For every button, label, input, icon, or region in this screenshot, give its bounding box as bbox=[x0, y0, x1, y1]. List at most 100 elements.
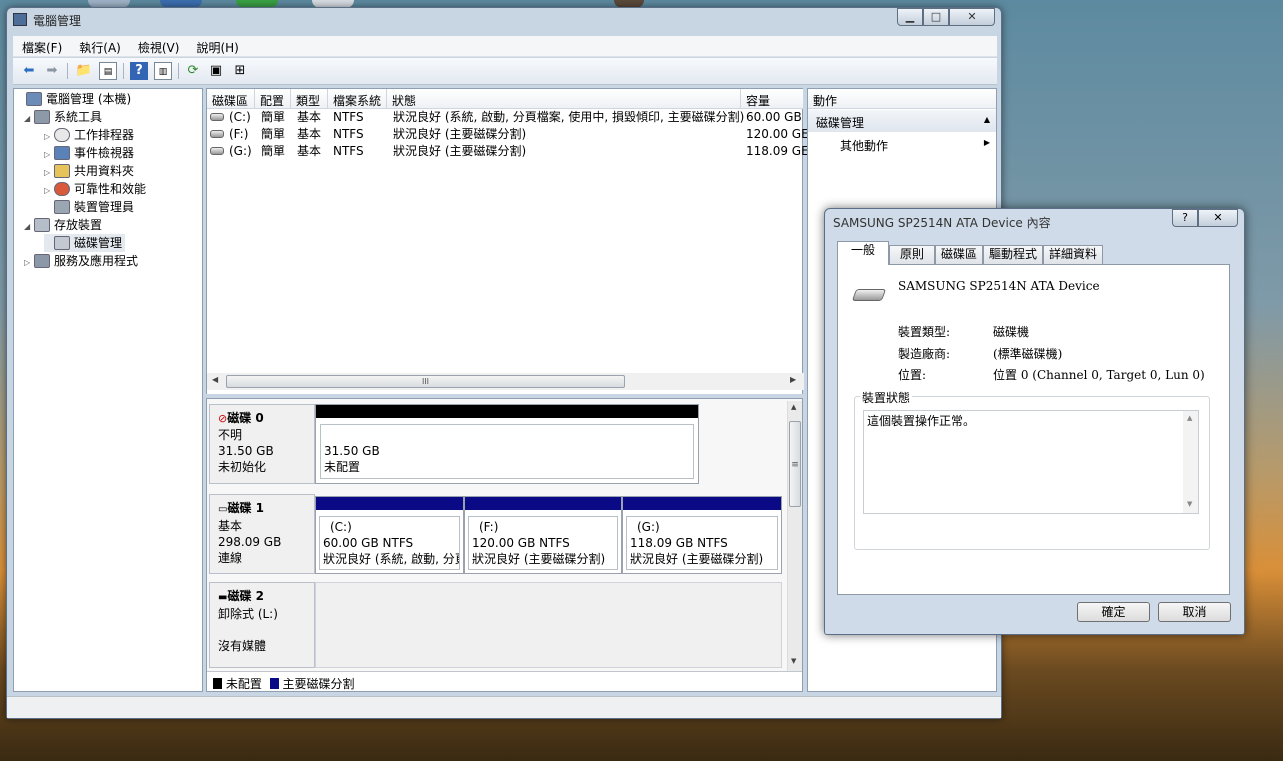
menu-file[interactable]: 檔案(F) bbox=[13, 36, 70, 56]
tree-item-label: 可靠性和效能 bbox=[74, 182, 147, 196]
shared-folder-icon bbox=[54, 164, 70, 178]
prop-label: 製造廠商: bbox=[898, 347, 951, 361]
scrollbar-thumb[interactable]: III bbox=[226, 375, 625, 388]
partition-status: 狀況良好 (系統, 啟動, 分頁 bbox=[323, 552, 460, 566]
tab-details[interactable]: 詳細資料 bbox=[1043, 245, 1103, 264]
scrollbar-thumb[interactable]: ≡ bbox=[789, 421, 801, 507]
tree-item-services-applications[interactable]: ▷ 服務及應用程式 bbox=[24, 252, 138, 270]
forward-icon[interactable]: ➡ bbox=[43, 62, 61, 80]
tab-general[interactable]: 一般 bbox=[837, 241, 889, 265]
legend: 未配置 主要磁碟分割 bbox=[207, 671, 802, 691]
tree-item-disk-management[interactable]: 磁碟管理 bbox=[44, 234, 126, 252]
disk-2-card[interactable]: ▬磁碟 2 卸除式 (L:) 沒有媒體 bbox=[209, 582, 315, 668]
tab-volumes[interactable]: 磁碟區 bbox=[935, 245, 983, 264]
services-icon bbox=[34, 254, 50, 268]
partition-g[interactable]: (G:) 118.09 GB NTFS 狀況良好 (主要磁碟分割) bbox=[622, 496, 782, 574]
scroll-right-icon[interactable]: ▶ bbox=[790, 375, 796, 384]
close-button[interactable]: ✕ bbox=[949, 8, 995, 26]
menu-action[interactable]: 執行(A) bbox=[70, 36, 129, 56]
dialog-help-button[interactable]: ? bbox=[1172, 209, 1198, 227]
tree-item-label: 電腦管理 (本機) bbox=[46, 92, 132, 106]
scroll-down-icon[interactable]: ▼ bbox=[1187, 500, 1192, 508]
prop-value-manufacturer: (標準磁碟機) bbox=[993, 347, 1063, 361]
horizontal-scrollbar[interactable]: ◀ III ▶ bbox=[207, 373, 804, 390]
volume-filesystem: NTFS bbox=[333, 110, 364, 124]
performance-icon bbox=[54, 182, 70, 196]
tree-item-computer-management[interactable]: 電腦管理 (本機) bbox=[16, 90, 131, 108]
menu-help[interactable]: 說明(H) bbox=[187, 36, 246, 56]
title-bar[interactable]: 電腦管理 ▁ □ ✕ bbox=[7, 8, 1001, 32]
volume-filesystem: NTFS bbox=[333, 127, 364, 141]
dialog-close-button[interactable]: ✕ bbox=[1198, 209, 1238, 227]
tree-item-device-manager[interactable]: 裝置管理員 bbox=[44, 198, 134, 216]
disk-warning-icon: ⊘ bbox=[218, 412, 228, 425]
action-more-actions[interactable]: 其他動作 ▶ bbox=[808, 134, 996, 154]
legend-swatch-unallocated bbox=[213, 678, 222, 689]
scroll-left-icon[interactable]: ◀ bbox=[212, 375, 218, 384]
expand-arrow-icon[interactable]: ▷ bbox=[24, 254, 34, 272]
minimize-button[interactable]: ▁ bbox=[897, 8, 923, 26]
disk-kind: 卸除式 (L:) bbox=[218, 607, 278, 621]
collapse-arrow-icon[interactable]: ◢ bbox=[24, 218, 34, 236]
tree-item-label: 存放裝置 bbox=[54, 218, 103, 232]
collapse-up-icon[interactable]: ▲ bbox=[984, 115, 990, 124]
tree-item-storage[interactable]: ◢ 存放裝置 bbox=[24, 216, 102, 234]
up-folder-icon[interactable]: 📁 bbox=[75, 62, 93, 80]
action-more-label: 其他動作 bbox=[840, 139, 889, 153]
menu-view[interactable]: 檢視(V) bbox=[129, 36, 188, 56]
disk-size: 31.50 GB bbox=[218, 444, 274, 458]
vertical-scrollbar[interactable]: ▲ ≡ ▼ bbox=[787, 401, 802, 671]
volume-row[interactable]: (C:) 簡單 基本 NTFS 狀況良好 (系統, 啟動, 分頁檔案, 使用中,… bbox=[207, 109, 804, 126]
volume-capacity: 60.00 GB bbox=[746, 110, 802, 124]
partition-c[interactable]: (C:) 60.00 GB NTFS 狀況良好 (系統, 啟動, 分頁 bbox=[315, 496, 464, 574]
volume-type: 基本 bbox=[297, 127, 322, 141]
device-status-textbox[interactable]: 這個裝置操作正常。 ▲ ▼ bbox=[863, 410, 1199, 514]
show-hide-action-pane-icon[interactable]: ▥ bbox=[154, 62, 172, 80]
column-header-capacity[interactable]: 容量 bbox=[741, 89, 804, 109]
column-header-status[interactable]: 狀態 bbox=[387, 89, 741, 109]
tree-item-shared-folders[interactable]: ▷ 共用資料夾 bbox=[44, 162, 134, 180]
tree-item-reliability-performance[interactable]: ▷ 可靠性和效能 bbox=[44, 180, 146, 198]
volume-layout: 簡單 bbox=[261, 110, 286, 124]
collapse-arrow-icon[interactable]: ◢ bbox=[24, 110, 34, 128]
tree-item-task-scheduler[interactable]: ▷ 工作排程器 bbox=[44, 126, 134, 144]
status-scrollbar[interactable]: ▲ ▼ bbox=[1183, 411, 1198, 513]
prop-value-location: 位置 0 (Channel 0, Target 0, Lun 0) bbox=[993, 368, 1205, 382]
ok-button[interactable]: 確定 bbox=[1077, 602, 1150, 622]
show-hide-tree-icon[interactable]: ▤ bbox=[99, 62, 117, 80]
scroll-up-icon[interactable]: ▲ bbox=[1187, 414, 1192, 422]
column-header-filesystem[interactable]: 檔案系統 bbox=[328, 89, 387, 109]
prop-value-device-type: 磁碟機 bbox=[993, 325, 1030, 339]
partition-bar bbox=[465, 497, 621, 510]
scroll-down-icon[interactable]: ▼ bbox=[791, 657, 796, 665]
disk-1-card[interactable]: ▭磁碟 1 基本 298.09 GB 連線 bbox=[209, 494, 315, 574]
column-header-volume[interactable]: 磁碟區 bbox=[207, 89, 255, 109]
disk-name: 磁碟 1 bbox=[227, 501, 264, 515]
tree-item-event-viewer[interactable]: ▷ 事件檢視器 bbox=[44, 144, 134, 162]
tab-driver[interactable]: 驅動程式 bbox=[983, 245, 1043, 264]
partition-f[interactable]: (F:) 120.00 GB NTFS 狀況良好 (主要磁碟分割) bbox=[464, 496, 622, 574]
column-header-layout[interactable]: 配置 bbox=[255, 89, 291, 109]
partition-unallocated[interactable]: 31.50 GB 未配置 bbox=[315, 404, 699, 484]
action-section-disk-management[interactable]: 磁碟管理 ▲ bbox=[808, 110, 996, 132]
refresh-icon[interactable]: ⟳ bbox=[184, 62, 202, 80]
column-header-type[interactable]: 類型 bbox=[291, 89, 328, 109]
volume-row[interactable]: (G:) 簡單 基本 NTFS 狀況良好 (主要磁碟分割) 118.09 GE bbox=[207, 143, 809, 160]
maximize-button[interactable]: □ bbox=[923, 8, 949, 26]
disk-0-card[interactable]: ⊘磁碟 0 不明 31.50 GB 未初始化 bbox=[209, 404, 315, 484]
disk-icon[interactable]: ⊞ bbox=[231, 62, 249, 80]
tree-item-system-tools[interactable]: ◢ 系統工具 bbox=[24, 108, 102, 126]
back-icon[interactable]: ⬅ bbox=[20, 62, 38, 80]
properties-icon[interactable]: ▣ bbox=[207, 62, 225, 80]
computer-management-icon bbox=[26, 92, 42, 106]
tab-policies[interactable]: 原則 bbox=[889, 245, 935, 264]
scroll-up-icon[interactable]: ▲ bbox=[791, 403, 796, 411]
drive-icon bbox=[210, 130, 224, 138]
volume-row[interactable]: (F:) 簡單 基本 NTFS 狀況良好 (主要磁碟分割) 120.00 GE bbox=[207, 126, 809, 143]
volume-type: 基本 bbox=[297, 144, 322, 158]
cancel-button[interactable]: 取消 bbox=[1158, 602, 1231, 622]
help-icon[interactable]: ? bbox=[130, 62, 148, 80]
disk-size: 298.09 GB bbox=[218, 535, 282, 549]
tree-item-label: 共用資料夾 bbox=[74, 164, 135, 178]
partition-title: (G:) bbox=[637, 520, 660, 534]
